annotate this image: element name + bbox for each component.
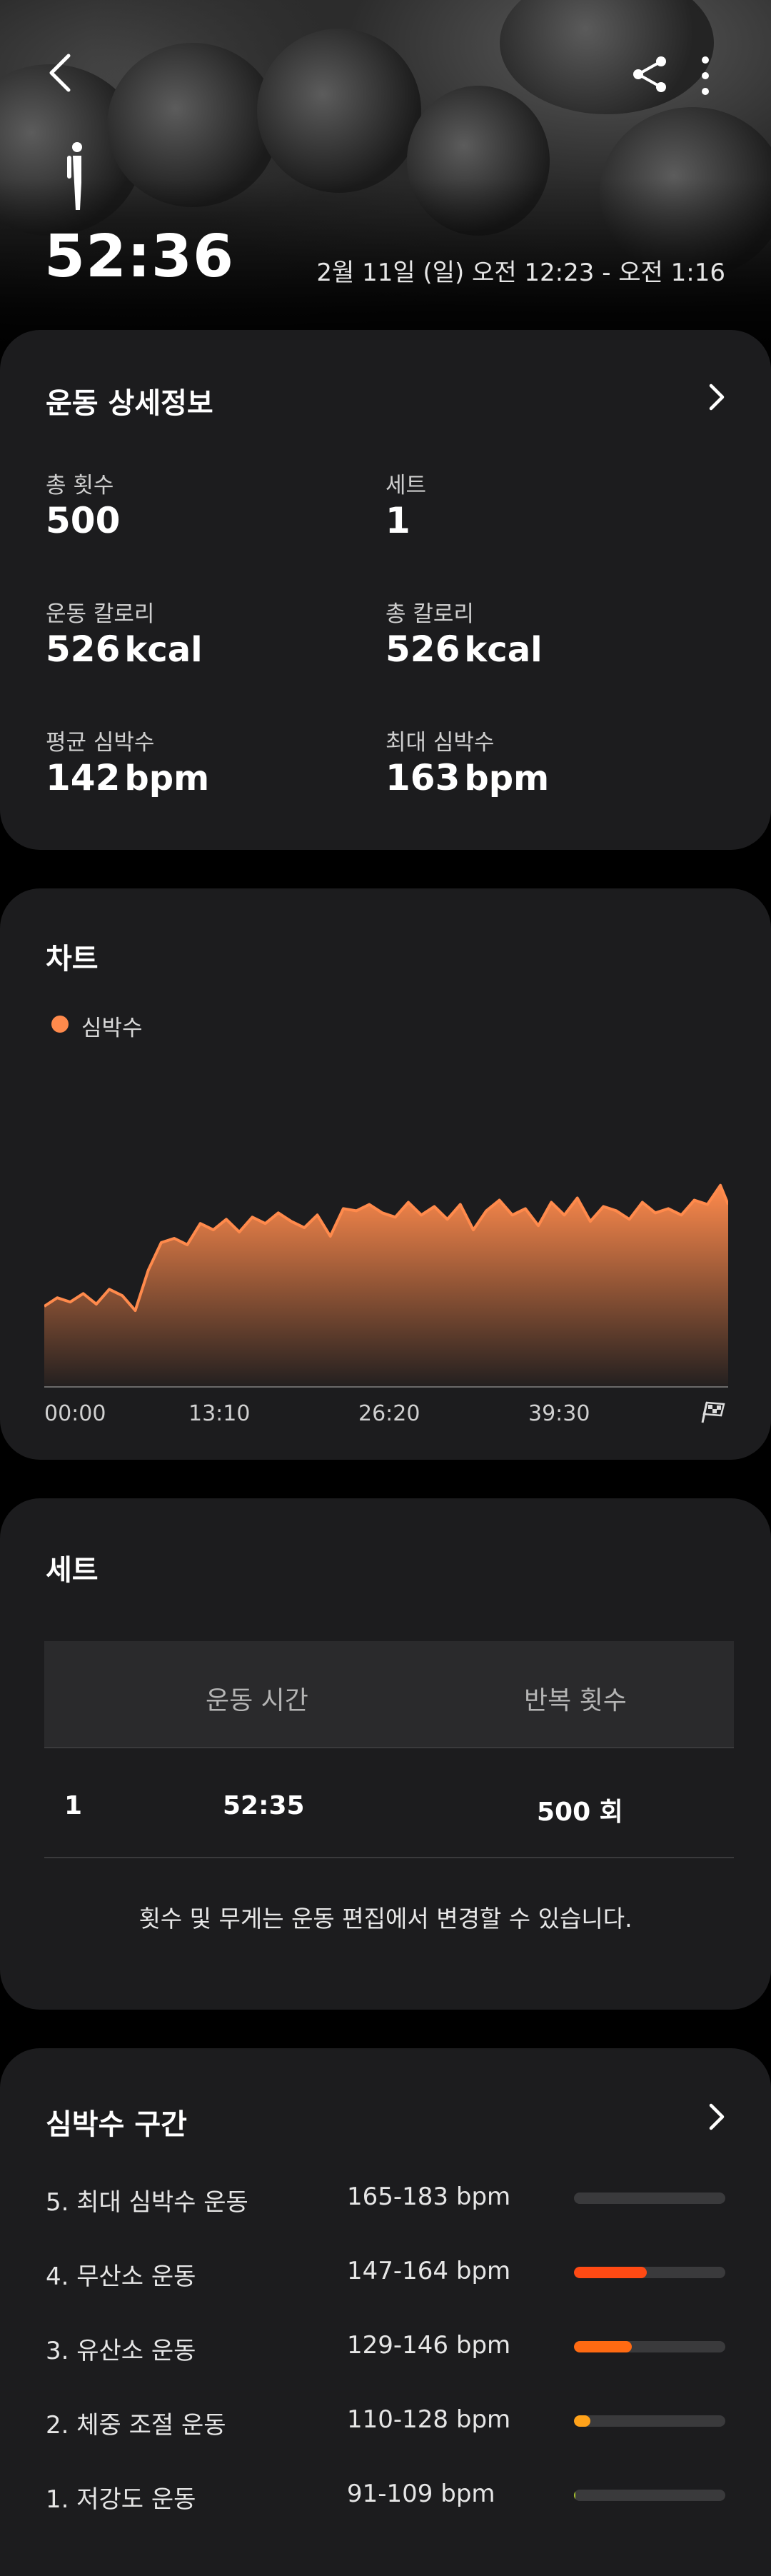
x-tick-label: 39:30	[528, 1401, 590, 1426]
stat-total-calories-value: 526 kcal	[386, 628, 543, 670]
zone-1-range: 91-109 bpm	[347, 2480, 495, 2508]
table-divider	[44, 1747, 734, 1748]
workout-type-icon	[67, 142, 82, 210]
column-header-reps: 반복 횟수	[524, 1686, 627, 1715]
sets-table-header	[44, 1641, 734, 1747]
stat-avg-heart-rate-label: 평균 심박수	[46, 730, 155, 756]
stat-avg-heart-rate-value: 142 bpm	[46, 757, 210, 798]
stat-sets-value: 1	[386, 500, 410, 541]
stat-total-calories-label: 총 칼로리	[386, 601, 474, 627]
stat-sets-label: 세트	[386, 473, 427, 498]
zone-1-bar	[574, 2490, 725, 2501]
set-number: 1	[64, 1791, 83, 1820]
stat-exercise-calories-value: 526 kcal	[46, 628, 203, 670]
zone-1-name: 1. 저강도 운동	[46, 2485, 196, 2514]
stat-total-reps-label: 총 횟수	[46, 473, 114, 498]
sets-edit-note: 횟수 및 무게는 운동 편집에서 변경할 수 있습니다.	[138, 1905, 633, 1933]
x-tick-label: 00:00	[44, 1401, 106, 1426]
legend-heart-rate-dot	[51, 1016, 69, 1033]
zone-4-bar	[574, 2267, 725, 2278]
zone-5-bar	[574, 2192, 725, 2204]
sets-title: 세트	[46, 1554, 99, 1587]
share-icon[interactable]	[630, 54, 670, 94]
details-title: 운동 상세정보	[46, 387, 213, 420]
legend-heart-rate-label: 심박수	[81, 1016, 143, 1041]
chart-title: 차트	[46, 943, 99, 976]
stat-total-reps-value: 500	[46, 500, 121, 541]
zone-4-name: 4. 무산소 운동	[46, 2262, 196, 2291]
stat-max-heart-rate-value: 163 bpm	[386, 757, 550, 798]
chevron-right-icon[interactable]	[707, 383, 727, 411]
zone-2-bar	[574, 2415, 725, 2427]
x-tick-label: 13:10	[188, 1401, 251, 1426]
zone-4-range: 147-164 bpm	[347, 2257, 511, 2285]
zone-3-range: 129-146 bpm	[347, 2331, 511, 2360]
column-header-time: 운동 시간	[206, 1686, 308, 1715]
zone-2-name: 2. 체중 조절 운동	[46, 2411, 226, 2440]
zone-2-range: 110-128 bpm	[347, 2405, 511, 2434]
zone-5-name: 5. 최대 심박수 운동	[46, 2188, 248, 2217]
finish-flag-icon	[701, 1401, 725, 1423]
heart-rate-chart[interactable]	[44, 1164, 728, 1391]
set-reps: 500 회	[537, 1798, 623, 1827]
more-options-icon[interactable]	[698, 53, 712, 99]
zones-title: 심박수 구간	[46, 2108, 187, 2141]
x-tick-label: 26:20	[358, 1401, 420, 1426]
zone-3-name: 3. 유산소 운동	[46, 2337, 196, 2365]
back-icon[interactable]	[44, 51, 76, 94]
zone-5-range: 165-183 bpm	[347, 2182, 511, 2211]
stat-max-heart-rate-label: 최대 심박수	[386, 730, 495, 756]
zone-3-bar	[574, 2341, 725, 2352]
chevron-right-icon[interactable]	[707, 2103, 727, 2131]
stat-exercise-calories-label: 운동 칼로리	[46, 601, 155, 627]
table-divider	[44, 1857, 734, 1858]
workout-date-range: 2월 11일 (일) 오전 12:23 - 오전 1:16	[316, 259, 725, 287]
set-time: 52:35	[223, 1791, 305, 1820]
workout-duration: 52:36	[44, 223, 235, 291]
